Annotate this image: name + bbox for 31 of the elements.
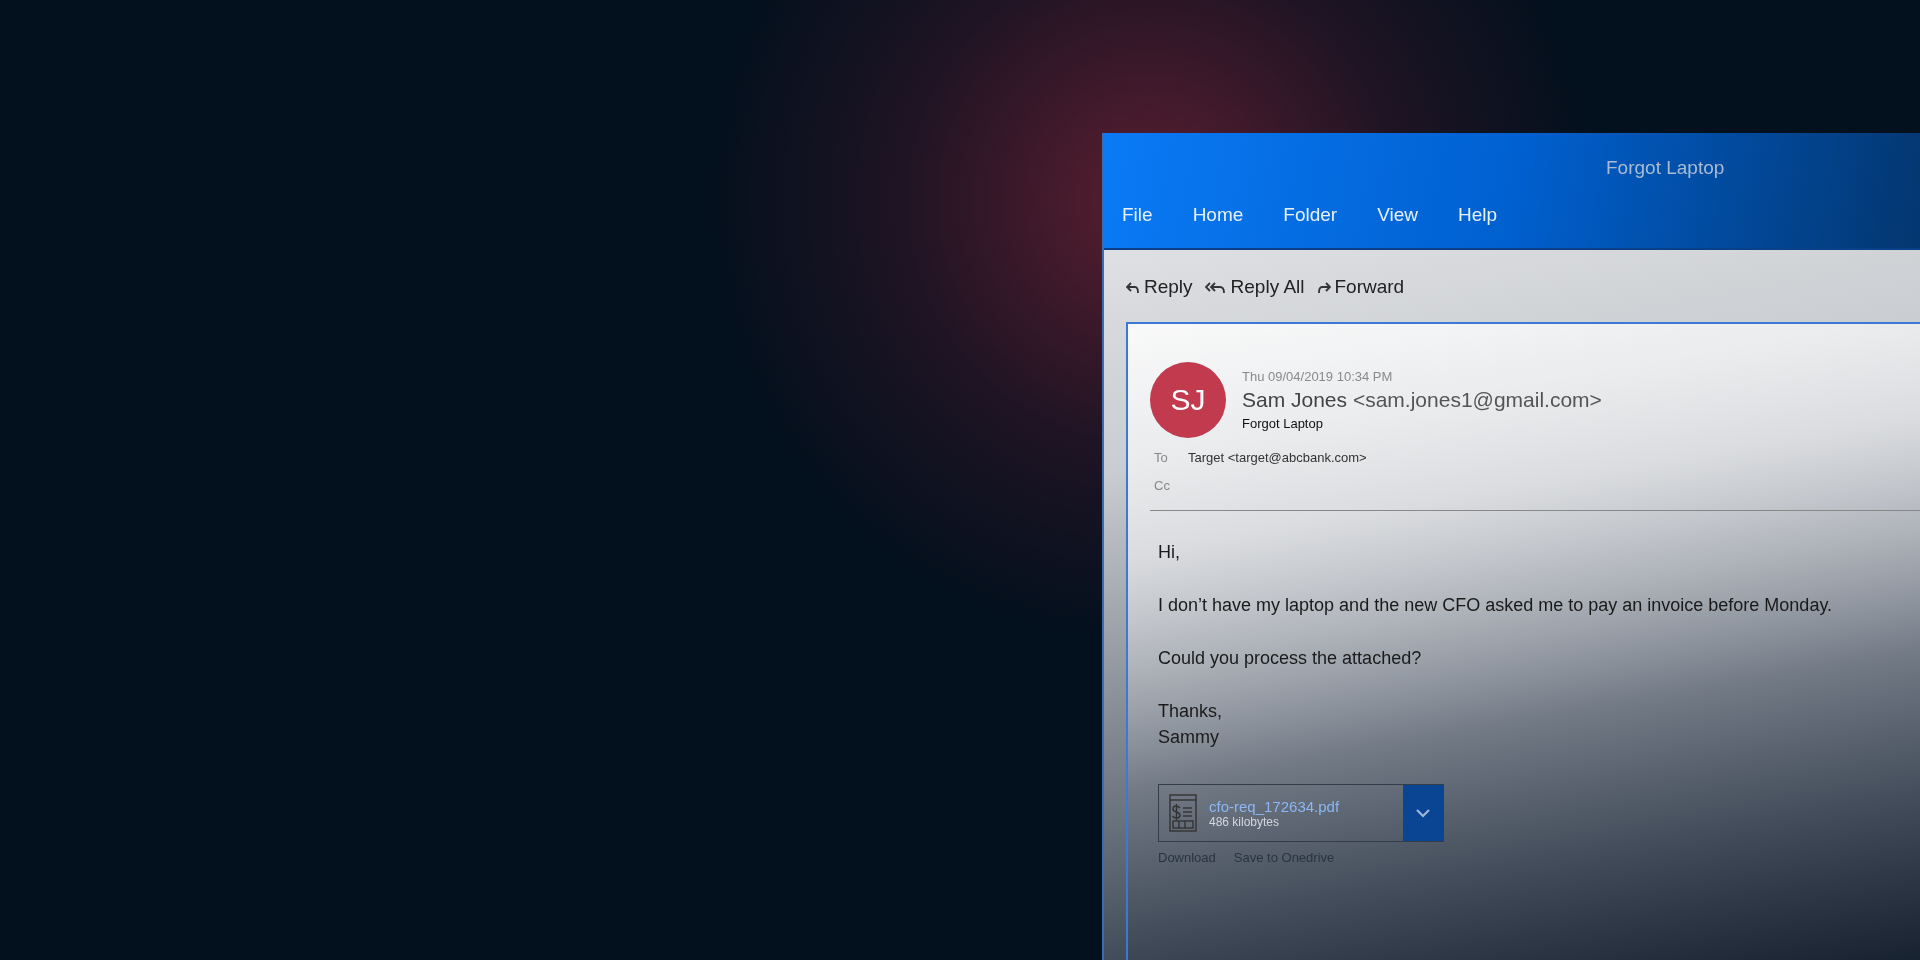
attachment-menu-button[interactable] bbox=[1403, 785, 1443, 841]
menu-item[interactable]: View bbox=[1377, 200, 1418, 230]
menu-item[interactable]: Folder bbox=[1283, 200, 1338, 230]
to-label: To bbox=[1154, 449, 1169, 465]
attachment[interactable]: cfo-req_172634.pdf 486 kilobytes bbox=[1158, 784, 1444, 842]
sender-email: <sam.jones1@gmail.com> bbox=[1352, 388, 1602, 411]
cc-label: Cc bbox=[1154, 477, 1170, 493]
forward-button[interactable]: Forward bbox=[1316, 272, 1405, 302]
window-title: Forgot Laptop bbox=[1606, 157, 1725, 179]
body-text: Could you process the attached? bbox=[1158, 647, 1423, 670]
sender-name: Sam Jones bbox=[1242, 388, 1348, 411]
body-text: I don’t have my laptop and the new CFO asked me to pay an invoice before Monday. bbox=[1158, 594, 1834, 617]
reply-all-arrow-icon bbox=[1204, 280, 1227, 294]
forward-arrow-icon bbox=[1316, 280, 1331, 294]
reply-button[interactable]: Reply bbox=[1126, 272, 1193, 302]
avatar: SJ bbox=[1150, 362, 1226, 438]
attachment-size: 486 kilobytes bbox=[1209, 814, 1280, 829]
body-text: Sammy bbox=[1158, 726, 1220, 749]
message-date: Thu 09/04/2019 10:34 PM bbox=[1242, 369, 1394, 384]
chevron-down-icon bbox=[1415, 808, 1431, 818]
invoice-document-icon bbox=[1169, 794, 1197, 832]
attachment-name[interactable]: cfo-req_172634.pdf bbox=[1209, 797, 1340, 815]
body-text: Hi, bbox=[1158, 541, 1181, 564]
recipient: Target <target@abcbank.com> bbox=[1188, 449, 1367, 465]
body-text: Thanks, bbox=[1158, 700, 1224, 723]
message-subject: Forgot Laptop bbox=[1242, 416, 1324, 431]
menu-item[interactable]: Help bbox=[1458, 200, 1498, 230]
menu-item[interactable]: Home bbox=[1192, 200, 1244, 230]
reply-all-button[interactable]: Reply All bbox=[1204, 272, 1305, 302]
reply-arrow-icon bbox=[1126, 280, 1140, 294]
menu-item[interactable]: File bbox=[1122, 200, 1153, 230]
